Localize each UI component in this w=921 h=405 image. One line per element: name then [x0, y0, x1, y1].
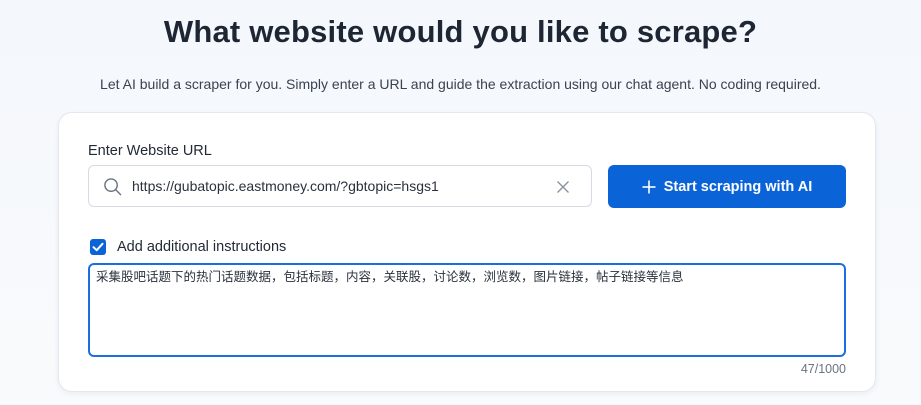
search-icon: [104, 178, 122, 196]
start-scraping-button-label: Start scraping with AI: [663, 178, 813, 195]
scrape-form-card: Enter Website URL https://gubatopic.east…: [58, 112, 876, 392]
checkmark-icon: [92, 242, 104, 252]
url-field-label: Enter Website URL: [88, 143, 212, 159]
url-input[interactable]: https://gubatopic.eastmoney.com/?gbtopic…: [88, 165, 592, 207]
additional-instructions-checkbox[interactable]: [90, 239, 106, 255]
url-input-value[interactable]: https://gubatopic.eastmoney.com/?gbtopic…: [132, 178, 439, 194]
page-subtitle: Let AI build a scraper for you. Simply e…: [100, 76, 821, 92]
instructions-textarea[interactable]: 采集股吧话题下的热门话题数据，包括标题，内容，关联股，讨论数，浏览数，图片链接，…: [88, 263, 846, 357]
page-title: What website would you like to scrape?: [163, 14, 758, 49]
start-scraping-button[interactable]: Start scraping with AI: [608, 165, 846, 208]
character-count: 47/1000: [800, 362, 846, 376]
close-icon[interactable]: [555, 179, 571, 195]
additional-instructions-label[interactable]: Add additional instructions: [117, 239, 286, 255]
plus-icon: [642, 180, 656, 193]
